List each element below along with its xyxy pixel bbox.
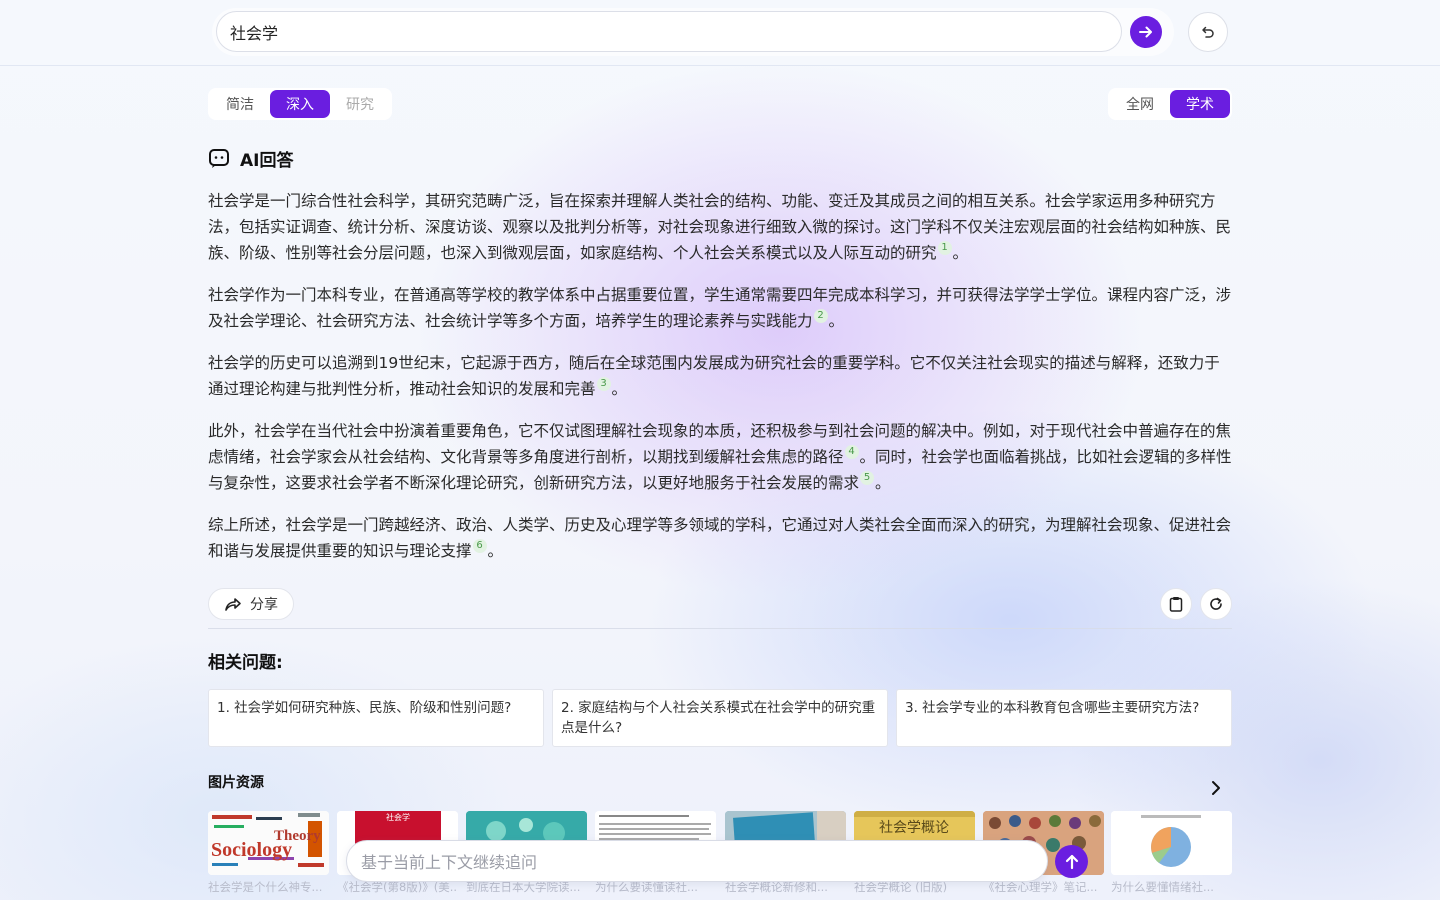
answer-paragraph: 社会学是一门综合性社会科学，其研究范畴广泛，旨在探索并理解人类社会的结构、功能、… bbox=[208, 188, 1234, 266]
source-mode-toggle: 全网 学术 bbox=[1108, 88, 1232, 120]
send-button[interactable] bbox=[1055, 845, 1088, 878]
image-resources-title: 图片资源 bbox=[208, 775, 264, 791]
share-button[interactable]: 分享 bbox=[208, 588, 294, 620]
thumb-overlay-text: 社会学 bbox=[386, 812, 410, 822]
related-question-card[interactable]: 3. 社会学专业的本科教育包含哪些主要研究方法? bbox=[896, 689, 1232, 747]
arrow-up-icon bbox=[1065, 854, 1078, 869]
mode-research-tab[interactable]: 研究 bbox=[330, 90, 390, 118]
section-divider bbox=[208, 628, 1232, 629]
answer-paragraph: 此外，社会学在当代社会中扮演着重要角色，它不仅试图理解社会现象的本质，还积极参与… bbox=[208, 418, 1234, 496]
sociology-word-cloud-image: Theory Sociology bbox=[208, 811, 329, 875]
ai-answer-heading: AI回答 bbox=[208, 146, 294, 171]
citation-badge[interactable]: 5 bbox=[860, 471, 875, 485]
related-question-card[interactable]: 1. 社会学如何研究种族、民族、阶级和性别问题? bbox=[208, 689, 544, 747]
related-questions-title: 相关问题: bbox=[208, 653, 283, 673]
answer-paragraph: 社会学的历史可以追溯到19世纪末，它起源于西方，随后在全球范围内发展成为研究社会… bbox=[208, 350, 1234, 402]
citation-badge[interactable]: 2 bbox=[813, 309, 828, 323]
thumb-overlay-text: 社会学概论 bbox=[879, 819, 949, 835]
answer-text: 社会学是一门综合性社会科学，其研究范畴广泛，旨在探索并理解人类社会的结构、功能、… bbox=[208, 192, 1232, 262]
answer-text: 。 bbox=[952, 244, 969, 262]
answer-text: 社会学的历史可以追溯到19世纪末，它起源于西方，随后在全球范围内发展成为研究社会… bbox=[208, 354, 1220, 398]
arrow-right-icon bbox=[1139, 26, 1152, 38]
source-academic-tab[interactable]: 学术 bbox=[1170, 90, 1230, 118]
chevron-right-icon[interactable] bbox=[1206, 778, 1226, 798]
ai-answer-title: AI回答 bbox=[240, 150, 294, 171]
answer-text: 。 bbox=[875, 474, 891, 492]
citation-badge[interactable]: 1 bbox=[937, 241, 952, 255]
citation-badge[interactable]: 6 bbox=[472, 539, 487, 553]
answer-text: 。 bbox=[611, 380, 628, 398]
image-thumbnail[interactable] bbox=[1111, 811, 1232, 875]
regenerate-button[interactable] bbox=[1200, 588, 1232, 620]
answer-text: 综上所述，社会学是一门跨越经济、政治、人类学、历史及心理学等多领域的学科，它通过… bbox=[208, 516, 1232, 560]
refresh-icon bbox=[1210, 597, 1222, 610]
ai-answer-body: 社会学是一门综合性社会科学，其研究范畴广泛，旨在探索并理解人类社会的结构、功能、… bbox=[208, 188, 1234, 580]
source-web-tab[interactable]: 全网 bbox=[1110, 90, 1170, 118]
answer-text: 社会学作为一门本科专业，在普通高等学校的教学体系中占据重要位置，学生通常需要四年… bbox=[208, 286, 1232, 330]
answer-text: 。 bbox=[828, 312, 845, 330]
search-submit-button[interactable] bbox=[1130, 16, 1162, 48]
share-icon bbox=[225, 598, 241, 611]
copy-button[interactable] bbox=[1160, 588, 1192, 620]
pie-chart-image bbox=[1111, 811, 1232, 875]
ai-chat-icon bbox=[209, 149, 229, 168]
mode-concise-tab[interactable]: 简洁 bbox=[210, 90, 270, 118]
share-label: 分享 bbox=[250, 597, 278, 613]
image-caption: 为什么要懂情绪社... bbox=[1111, 880, 1214, 894]
answer-paragraph: 综上所述，社会学是一门跨越经济、政治、人类学、历史及心理学等多领域的学科，它通过… bbox=[208, 512, 1234, 564]
search-input[interactable]: 社会学 bbox=[216, 11, 1122, 52]
reset-button[interactable] bbox=[1188, 12, 1228, 52]
citation-badge[interactable]: 4 bbox=[844, 445, 859, 459]
answer-text: 。 bbox=[487, 542, 504, 560]
related-question-card[interactable]: 2. 家庭结构与个人社会关系模式在社会学中的研究重点是什么? bbox=[552, 689, 888, 747]
undo-icon bbox=[1202, 26, 1214, 38]
depth-mode-toggle: 简洁 深入 研究 bbox=[208, 88, 392, 120]
mode-deep-tab[interactable]: 深入 bbox=[270, 90, 330, 118]
followup-placeholder: 基于当前上下文继续追问 bbox=[361, 853, 538, 872]
image-caption: 社会学是个什么神专... bbox=[208, 880, 323, 894]
search-query-text: 社会学 bbox=[230, 23, 279, 43]
citation-badge[interactable]: 3 bbox=[596, 377, 611, 391]
thumb-overlay-text: Sociology bbox=[211, 839, 292, 861]
answer-paragraph: 社会学作为一门本科专业，在普通高等学校的教学体系中占据重要位置，学生通常需要四年… bbox=[208, 282, 1234, 334]
followup-input[interactable]: 基于当前上下文继续追问 bbox=[346, 840, 1048, 882]
clipboard-icon bbox=[1169, 597, 1183, 612]
image-thumbnail[interactable]: Theory Sociology bbox=[208, 811, 329, 875]
